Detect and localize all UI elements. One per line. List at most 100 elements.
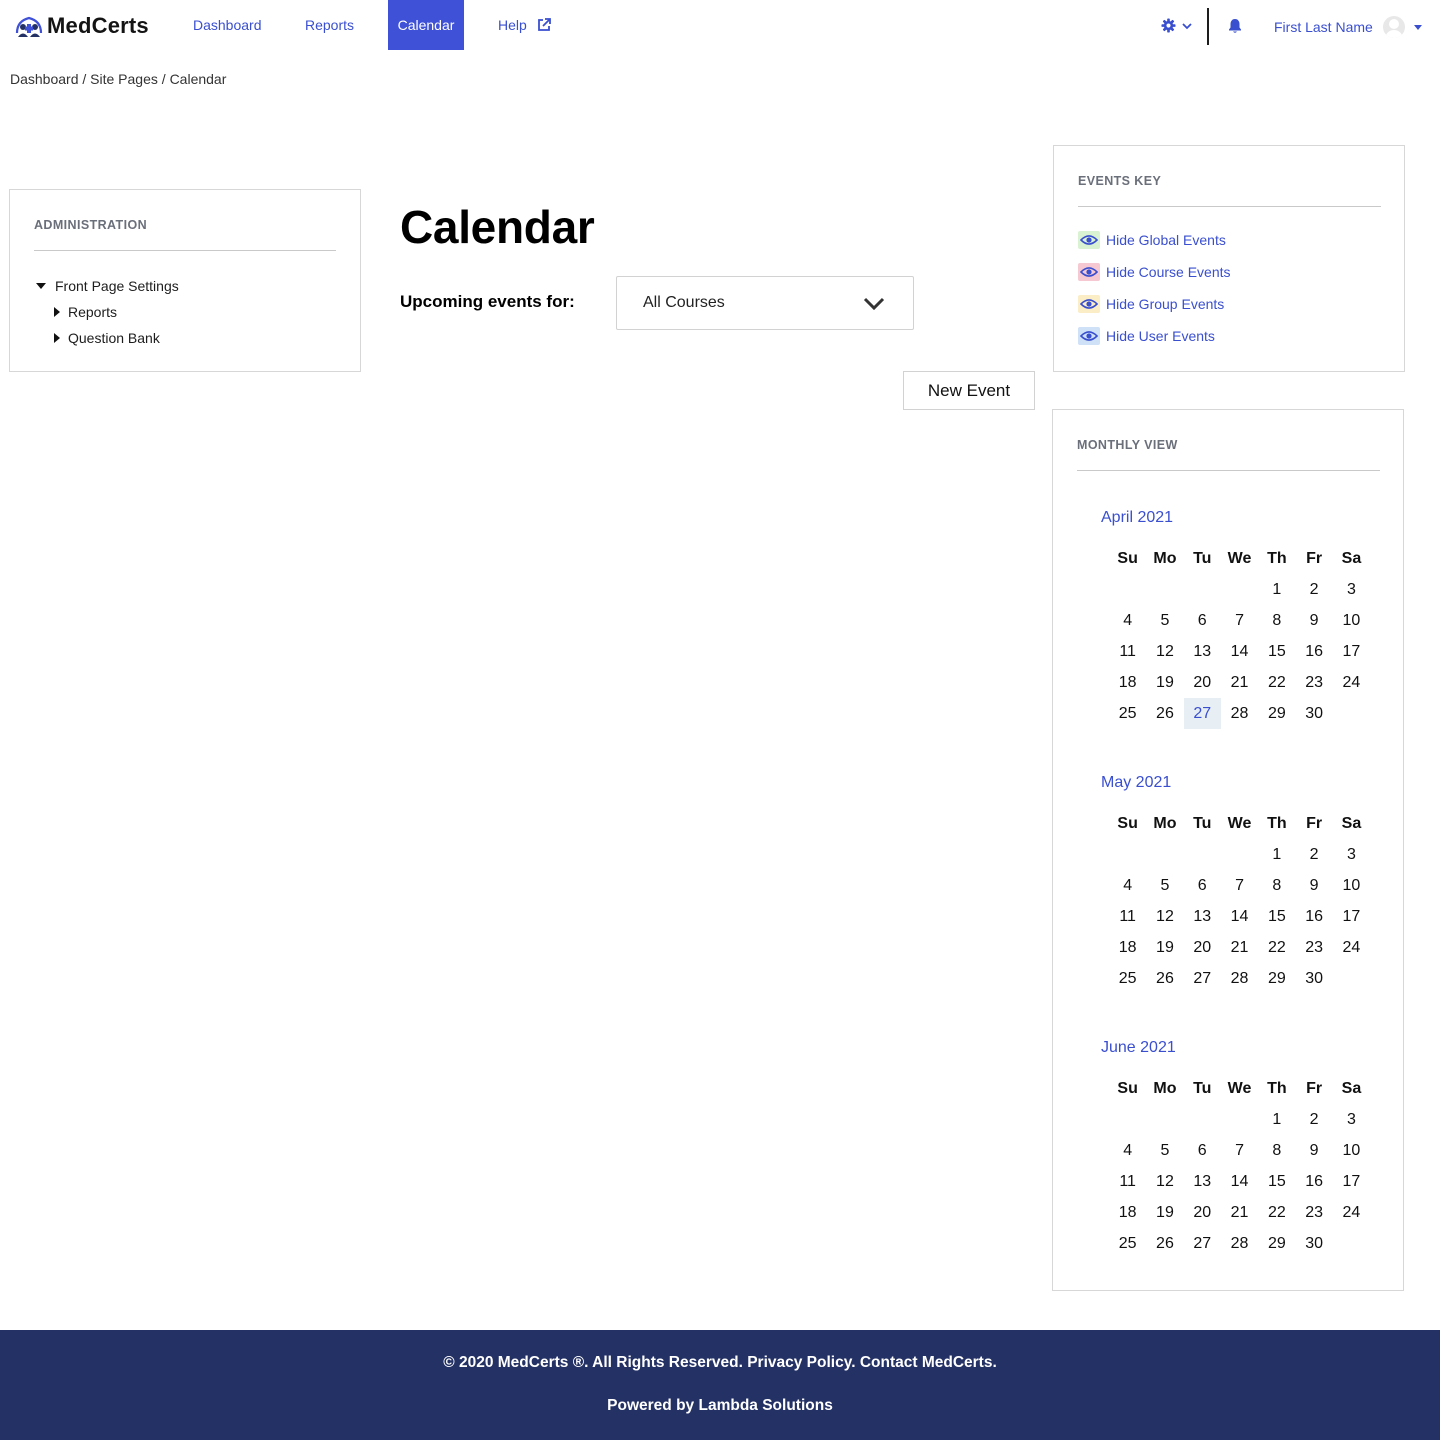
calendar-day[interactable]: 6 xyxy=(1184,870,1221,901)
calendar-day[interactable]: 11 xyxy=(1109,1166,1146,1197)
course-select[interactable]: All Courses xyxy=(616,276,914,330)
calendar-day[interactable]: 10 xyxy=(1333,1135,1370,1166)
powered-by-link[interactable]: Powered by Lambda Solutions xyxy=(607,1397,833,1414)
calendar-day[interactable]: 24 xyxy=(1333,667,1370,698)
calendar-day[interactable]: 8 xyxy=(1258,1135,1295,1166)
calendar-day[interactable]: 4 xyxy=(1109,870,1146,901)
calendar-day[interactable]: 14 xyxy=(1221,1166,1258,1197)
calendar-day[interactable]: 19 xyxy=(1146,932,1183,963)
calendar-day[interactable]: 2 xyxy=(1295,574,1332,605)
calendar-day[interactable]: 17 xyxy=(1333,1166,1370,1197)
calendar-day[interactable]: 4 xyxy=(1109,605,1146,636)
nav-calendar[interactable]: Calendar xyxy=(388,0,464,50)
calendar-day[interactable]: 18 xyxy=(1109,1197,1146,1228)
calendar-day[interactable]: 27 xyxy=(1184,963,1221,994)
calendar-day[interactable]: 7 xyxy=(1221,1135,1258,1166)
calendar-day[interactable]: 23 xyxy=(1295,932,1332,963)
calendar-day[interactable]: 14 xyxy=(1221,901,1258,932)
month-title-link[interactable]: May 2021 xyxy=(1101,774,1171,791)
settings-menu[interactable] xyxy=(1161,18,1192,33)
calendar-day[interactable]: 19 xyxy=(1146,667,1183,698)
calendar-day[interactable]: 30 xyxy=(1295,698,1332,729)
calendar-day[interactable]: 1 xyxy=(1258,1104,1295,1135)
calendar-day[interactable]: 11 xyxy=(1109,636,1146,667)
breadcrumb-dashboard[interactable]: Dashboard xyxy=(10,71,79,87)
calendar-day[interactable]: 9 xyxy=(1295,605,1332,636)
calendar-day[interactable]: 23 xyxy=(1295,1197,1332,1228)
calendar-day[interactable]: 13 xyxy=(1184,636,1221,667)
calendar-day[interactable]: 13 xyxy=(1184,1166,1221,1197)
calendar-day[interactable]: 29 xyxy=(1258,698,1295,729)
user-menu-caret-icon[interactable] xyxy=(1414,25,1422,30)
calendar-day[interactable]: 19 xyxy=(1146,1197,1183,1228)
tree-item-question-bank[interactable]: Question Bank xyxy=(54,330,160,346)
calendar-day[interactable]: 30 xyxy=(1295,1228,1332,1259)
calendar-day[interactable]: 21 xyxy=(1221,667,1258,698)
calendar-day[interactable]: 28 xyxy=(1221,1228,1258,1259)
calendar-day[interactable]: 12 xyxy=(1146,901,1183,932)
calendar-day[interactable]: 12 xyxy=(1146,636,1183,667)
calendar-day[interactable]: 9 xyxy=(1295,1135,1332,1166)
calendar-day[interactable]: 21 xyxy=(1221,932,1258,963)
calendar-day[interactable]: 16 xyxy=(1295,636,1332,667)
calendar-day[interactable]: 18 xyxy=(1109,667,1146,698)
calendar-day[interactable]: 15 xyxy=(1258,901,1295,932)
calendar-day[interactable]: 1 xyxy=(1258,574,1295,605)
calendar-day[interactable]: 5 xyxy=(1146,1135,1183,1166)
calendar-day[interactable]: 26 xyxy=(1146,963,1183,994)
calendar-day[interactable]: 17 xyxy=(1333,636,1370,667)
calendar-day[interactable]: 22 xyxy=(1258,667,1295,698)
user-menu-name[interactable]: First Last Name xyxy=(1274,0,1373,54)
privacy-policy-link[interactable]: Privacy Policy. xyxy=(747,1354,855,1371)
calendar-day[interactable]: 13 xyxy=(1184,901,1221,932)
calendar-day[interactable]: 25 xyxy=(1109,963,1146,994)
tree-item-reports[interactable]: Reports xyxy=(54,304,117,320)
calendar-day[interactable]: 10 xyxy=(1333,605,1370,636)
nav-dashboard[interactable]: Dashboard xyxy=(183,0,272,50)
calendar-day[interactable]: 15 xyxy=(1258,1166,1295,1197)
new-event-button[interactable]: New Event xyxy=(903,371,1035,410)
calendar-day[interactable]: 27 xyxy=(1184,1228,1221,1259)
calendar-day[interactable]: 29 xyxy=(1258,963,1295,994)
avatar[interactable] xyxy=(1383,16,1405,38)
calendar-day[interactable]: 5 xyxy=(1146,870,1183,901)
calendar-day[interactable]: 3 xyxy=(1333,574,1370,605)
hide-group-events-link[interactable]: Hide Group Events xyxy=(1078,295,1224,313)
calendar-day[interactable]: 5 xyxy=(1146,605,1183,636)
tree-item-front-page-settings[interactable]: Front Page Settings xyxy=(36,278,179,294)
calendar-day[interactable]: 2 xyxy=(1295,1104,1332,1135)
nav-help[interactable]: Help xyxy=(488,0,561,50)
calendar-day[interactable]: 12 xyxy=(1146,1166,1183,1197)
calendar-day[interactable]: 28 xyxy=(1221,963,1258,994)
calendar-day[interactable]: 8 xyxy=(1258,870,1295,901)
calendar-day[interactable]: 18 xyxy=(1109,932,1146,963)
calendar-day[interactable]: 20 xyxy=(1184,932,1221,963)
calendar-day[interactable]: 7 xyxy=(1221,870,1258,901)
calendar-day[interactable]: 20 xyxy=(1184,1197,1221,1228)
calendar-day[interactable]: 15 xyxy=(1258,636,1295,667)
calendar-day[interactable]: 24 xyxy=(1333,932,1370,963)
notifications-button[interactable] xyxy=(1228,18,1242,39)
calendar-day[interactable]: 29 xyxy=(1258,1228,1295,1259)
calendar-day[interactable]: 26 xyxy=(1146,1228,1183,1259)
calendar-day[interactable]: 27 xyxy=(1183,698,1221,729)
calendar-day[interactable]: 17 xyxy=(1333,901,1370,932)
calendar-day[interactable]: 16 xyxy=(1295,901,1332,932)
calendar-day[interactable]: 4 xyxy=(1109,1135,1146,1166)
calendar-day[interactable]: 11 xyxy=(1109,901,1146,932)
hide-course-events-link[interactable]: Hide Course Events xyxy=(1078,263,1231,281)
calendar-day[interactable]: 23 xyxy=(1295,667,1332,698)
calendar-day[interactable]: 1 xyxy=(1258,839,1295,870)
contact-link[interactable]: Contact MedCerts. xyxy=(860,1354,997,1371)
calendar-day[interactable]: 25 xyxy=(1109,698,1146,729)
hide-user-events-link[interactable]: Hide User Events xyxy=(1078,327,1215,345)
calendar-day[interactable]: 3 xyxy=(1333,1104,1370,1135)
calendar-day[interactable]: 16 xyxy=(1295,1166,1332,1197)
brand-logo[interactable]: MedCerts xyxy=(14,12,149,40)
calendar-day[interactable]: 2 xyxy=(1295,839,1332,870)
calendar-day[interactable]: 6 xyxy=(1184,1135,1221,1166)
calendar-day[interactable]: 7 xyxy=(1221,605,1258,636)
month-title-link[interactable]: April 2021 xyxy=(1101,509,1173,526)
calendar-day[interactable]: 9 xyxy=(1295,870,1332,901)
nav-reports[interactable]: Reports xyxy=(295,0,364,50)
